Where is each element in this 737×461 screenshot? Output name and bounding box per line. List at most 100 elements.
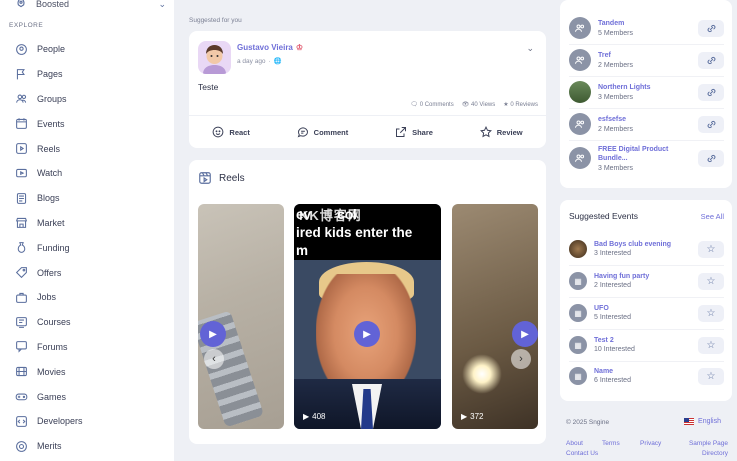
- sidebar-item-forums[interactable]: Forums: [14, 335, 164, 360]
- sidebar-item-offers[interactable]: Offers: [14, 260, 164, 285]
- games-icon: [14, 390, 28, 404]
- post-time-text: a day ago: [237, 57, 266, 65]
- rocket-icon: [14, 0, 28, 11]
- join-group-button[interactable]: [698, 19, 724, 37]
- language-selector[interactable]: English: [684, 418, 721, 425]
- play-button[interactable]: ▶: [512, 321, 538, 347]
- footer-link-privacy[interactable]: Privacy: [640, 440, 661, 447]
- reels-card: Reels ▶ ‹ ev col ired kids enter the m ▶…: [189, 160, 546, 444]
- sidebar-item-pages[interactable]: Pages: [14, 62, 164, 87]
- event-name[interactable]: Having fun party: [594, 273, 649, 280]
- reel-card[interactable]: ev col ired kids enter the m ▶ ▶ 408: [294, 204, 441, 429]
- group-row[interactable]: Tref 2 Members: [569, 44, 724, 76]
- sidebar-item-label: Groups: [37, 93, 67, 104]
- reels-header: Reels: [198, 171, 245, 185]
- event-row[interactable]: ▦ Having fun party 2 Interested ☆: [569, 266, 724, 296]
- sidebar-item-developers[interactable]: Developers: [14, 409, 164, 434]
- sidebar-item-market[interactable]: Market: [14, 211, 164, 236]
- interested-star-button[interactable]: ☆: [698, 367, 724, 385]
- chevron-down-icon[interactable]: ⌄: [158, 0, 166, 10]
- group-name[interactable]: FREE Digital Product Bundle...: [598, 145, 688, 163]
- post-actions: React Comment Share Review: [189, 121, 546, 143]
- sidebar-item-people[interactable]: People: [14, 37, 164, 62]
- sidebar-item-jobs[interactable]: Jobs: [14, 285, 164, 310]
- event-name[interactable]: Bad Boys club evening: [594, 241, 671, 248]
- sidebar-item-funding[interactable]: Funding: [14, 235, 164, 260]
- join-group-button[interactable]: [698, 51, 724, 69]
- sidebar-item-boosted[interactable]: Boosted ⌄: [14, 0, 166, 12]
- group-members: 3 Members: [598, 94, 634, 101]
- reviews-count[interactable]: ★ 0 Reviews: [503, 101, 538, 108]
- reel-card[interactable]: ▶ ‹: [198, 204, 284, 429]
- post-author-name[interactable]: Gustavo Vieira: [237, 43, 293, 52]
- sidebar-item-groups[interactable]: Groups: [14, 87, 164, 112]
- sidebar-item-courses[interactable]: Courses: [14, 310, 164, 335]
- sidebar-item-label: Events: [37, 118, 65, 129]
- avatar[interactable]: [198, 41, 231, 74]
- reels-icon: [199, 172, 211, 184]
- carousel-prev-arrow-icon[interactable]: ‹: [204, 349, 224, 369]
- group-name[interactable]: Tref: [598, 51, 688, 60]
- play-button[interactable]: ▶: [200, 321, 226, 347]
- sidebar-item-blogs[interactable]: Blogs: [14, 186, 164, 211]
- group-name[interactable]: Northern Lights: [598, 83, 688, 92]
- sidebar-item-events[interactable]: Events: [14, 111, 164, 136]
- reel-card[interactable]: ▶ › ▶ 372: [452, 204, 538, 429]
- footer-link-contact-us[interactable]: Contact Us: [566, 450, 598, 457]
- sidebar-item-merits[interactable]: Merits: [14, 434, 164, 459]
- sidebar-item-movies[interactable]: Movies: [14, 359, 164, 384]
- join-group-button[interactable]: [698, 115, 724, 133]
- group-name[interactable]: esfsefse: [598, 115, 688, 124]
- group-avatar-icon: [569, 17, 591, 39]
- event-name[interactable]: UFO: [594, 305, 631, 312]
- footer-link-directory[interactable]: Directory: [702, 450, 728, 457]
- calendar-icon: [14, 117, 28, 131]
- sidebar-item-watch[interactable]: Watch: [14, 161, 164, 186]
- event-row[interactable]: Bad Boys club evening 3 Interested ☆: [569, 234, 724, 264]
- react-button[interactable]: React: [212, 126, 250, 138]
- sidebar-item-games[interactable]: Games: [14, 384, 164, 409]
- see-all-link[interactable]: See All: [701, 212, 724, 221]
- footer-link-about[interactable]: About: [566, 440, 583, 447]
- event-name[interactable]: Test 2: [594, 337, 635, 344]
- event-row[interactable]: ▦ UFO 5 Interested ☆: [569, 298, 724, 328]
- calendar-icon: ▦: [569, 272, 587, 290]
- interested-star-button[interactable]: ☆: [698, 272, 724, 290]
- footer-link-terms[interactable]: Terms: [602, 440, 620, 447]
- comments-count[interactable]: 🗨 0 Comments: [410, 101, 453, 108]
- post-author[interactable]: Gustavo Vieira ♔: [237, 43, 303, 52]
- event-row[interactable]: ▦ Test 2 10 Interested ☆: [569, 330, 724, 360]
- reel-thumbnail: [462, 354, 502, 394]
- calendar-icon: ▦: [569, 304, 587, 322]
- sidebar-nav: People Pages Groups Events Reels Watch B…: [14, 37, 164, 459]
- join-group-button[interactable]: [698, 149, 724, 167]
- footer-link-sample-page[interactable]: Sample Page: [689, 440, 728, 447]
- sidebar-item-reels[interactable]: Reels: [14, 136, 164, 161]
- sidebar-item-label: People: [37, 44, 66, 55]
- group-name[interactable]: Tandem: [598, 19, 688, 28]
- calendar-icon: ▦: [569, 336, 587, 354]
- sidebar-item-label: Watch: [37, 168, 63, 179]
- event-row[interactable]: ▦ Name 6 Interested ☆: [569, 361, 724, 391]
- group-members: 5 Members: [598, 30, 634, 37]
- share-button[interactable]: Share: [395, 126, 433, 138]
- movies-icon: [14, 365, 28, 379]
- group-row[interactable]: FREE Digital Product Bundle... 3 Members: [569, 141, 724, 175]
- group-row[interactable]: esfsefse 2 Members: [569, 108, 724, 140]
- event-name[interactable]: Name: [594, 368, 631, 375]
- review-button[interactable]: Review: [479, 126, 523, 138]
- carousel-next-arrow-icon[interactable]: ›: [511, 349, 531, 369]
- us-flag-icon: [684, 418, 695, 425]
- group-members: 2 Members: [598, 62, 634, 69]
- interested-star-button[interactable]: ☆: [698, 336, 724, 354]
- group-row[interactable]: Tandem 5 Members: [569, 12, 724, 44]
- interested-star-button[interactable]: ☆: [698, 304, 724, 322]
- comment-button[interactable]: Comment: [297, 126, 348, 138]
- interested-star-button[interactable]: ☆: [698, 240, 724, 258]
- group-row[interactable]: Northern Lights 3 Members: [569, 76, 724, 108]
- play-button[interactable]: ▶: [354, 321, 380, 347]
- react-label: React: [229, 127, 250, 137]
- join-group-button[interactable]: [698, 83, 724, 101]
- post-menu-chevron-icon[interactable]: ⌄: [526, 43, 534, 54]
- developers-icon: [14, 414, 28, 428]
